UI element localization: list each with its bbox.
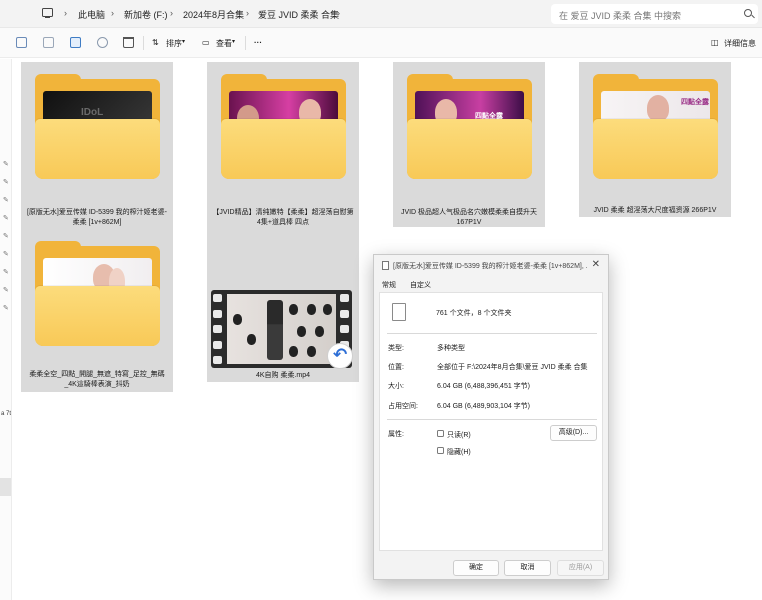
- more-options-button[interactable]: ···: [254, 38, 262, 47]
- readonly-label[interactable]: 只读(R): [447, 430, 471, 440]
- folder-icon: [35, 241, 160, 346]
- details-button[interactable]: 详细信息: [724, 38, 756, 49]
- folder-tile[interactable]: 四點全露 JVID 柔柔 超淫荡大尺度福资源 266P1V: [579, 62, 731, 217]
- sort-icon[interactable]: ⇅: [152, 38, 159, 47]
- properties-dialog: [原版无水]爱豆传媒 ID-5399 我的榨汁姬老婆-柔柔 [1v+862M],…: [373, 254, 609, 580]
- folder-icon: [221, 74, 346, 179]
- folder-name[interactable]: [原版无水]爱豆传媒 ID-5399 我的榨汁姬老婆-柔柔 [1v+862M]: [25, 208, 169, 228]
- pin-icon[interactable]: ✎: [3, 196, 9, 204]
- size-on-disk-value: 6.04 GB (6,489,903,104 字节): [437, 403, 530, 410]
- share-icon[interactable]: [97, 37, 108, 48]
- file-count-summary: 761 个文件，8 个文件夹: [436, 310, 512, 317]
- pin-icon[interactable]: ✎: [3, 268, 9, 276]
- folder-tile[interactable]: 四點全露 JVID 极品超人气极品名穴嫩模柔柔自摸升天 167P1V: [393, 62, 545, 227]
- hidden-checkbox[interactable]: [437, 447, 444, 454]
- command-bar: ⇅ 排序 ▾ ▭ 查看 ▾ ··· ◫ 详细信息: [0, 28, 762, 58]
- toolbar-divider: [143, 36, 144, 50]
- pin-icon[interactable]: ✎: [3, 250, 9, 258]
- file-name[interactable]: 4K自购 柔柔.mp4: [211, 371, 355, 381]
- folder-tile[interactable]: 柔柔全空_四點_開腿_無遮_特寫_足控_無碼_4K這騎棒表演_抖奶: [21, 227, 173, 392]
- size-on-disk-label: 占用空间:: [388, 403, 418, 410]
- pin-icon[interactable]: ✎: [3, 160, 9, 168]
- dialog-tabs: 常规 自定义: [374, 277, 608, 293]
- size-value: 6.04 GB (6,488,396,451 字节): [437, 383, 530, 390]
- pin-icon[interactable]: ✎: [3, 286, 9, 294]
- folder-icon: IDoL: [35, 74, 160, 179]
- thumbnail-caption: 四點全露: [681, 99, 709, 106]
- pin-icon[interactable]: ✎: [3, 304, 9, 312]
- attributes-label: 属性:: [388, 431, 404, 438]
- explorer-window: › 此电脑 › 新加卷 (F:) › 2024年8月合集 › 爱豆 JVID 柔…: [0, 0, 762, 600]
- readonly-checkbox[interactable]: [437, 430, 444, 437]
- folder-tile[interactable]: 【JVID精品】清纯嫩特【柔柔】超淫荡自慰第4集+道具棒 四点: [207, 62, 359, 227]
- type-value: 多种类型: [437, 345, 465, 352]
- type-label: 类型:: [388, 345, 404, 352]
- ok-button[interactable]: 确定: [453, 560, 499, 576]
- details-pane-icon[interactable]: ◫: [711, 38, 719, 47]
- toolbar-divider: [245, 36, 246, 50]
- breadcrumb-this-pc[interactable]: 此电脑: [78, 0, 105, 28]
- pin-icon[interactable]: ✎: [3, 232, 9, 240]
- size-label: 大小:: [388, 383, 404, 390]
- location-label: 位置:: [388, 364, 404, 371]
- search-input[interactable]: 在 爱豆 JVID 柔柔 合集 中搜索: [559, 9, 681, 22]
- general-panel: 761 个文件，8 个文件夹 类型: 多种类型 位置: 全部位于 F:\2024…: [379, 292, 603, 551]
- search-icon[interactable]: [744, 9, 752, 17]
- hidden-label[interactable]: 隐藏(H): [447, 447, 471, 457]
- chevron-down-icon[interactable]: ▾: [232, 38, 235, 45]
- view-button[interactable]: 查看: [216, 38, 232, 49]
- navigation-pane: ✎ ✎ ✎ ✎ ✎ ✎ ✎ ✎ ✎ a 7t: [0, 59, 12, 600]
- chevron-right-icon[interactable]: ›: [246, 8, 249, 18]
- sort-button[interactable]: 排序: [166, 38, 182, 49]
- folder-icon: 四點全露: [407, 74, 532, 179]
- apply-button[interactable]: 应用(A): [557, 560, 604, 576]
- dialog-title: [原版无水]爱豆传媒 ID-5399 我的榨汁姬老婆-柔柔 [1v+862M],…: [393, 263, 587, 270]
- breadcrumb-drive[interactable]: 新加卷 (F:): [124, 0, 168, 28]
- video-file-tile[interactable]: 4K自购 柔柔.mp4: [207, 227, 359, 382]
- cancel-button[interactable]: 取消: [504, 560, 551, 576]
- folder-tile[interactable]: IDoL [原版无水]爱豆传媒 ID-5399 我的榨汁姬老婆-柔柔 [1v+8…: [21, 62, 173, 227]
- folder-name[interactable]: JVID 柔柔 超淫荡大尺度福资源 266P1V: [583, 206, 727, 216]
- breadcrumb-current-folder[interactable]: 爱豆 JVID 柔柔 合集: [258, 0, 339, 28]
- breadcrumb-collection[interactable]: 2024年8月合集: [183, 0, 244, 28]
- divider: [387, 333, 597, 334]
- search-box[interactable]: 在 爱豆 JVID 柔柔 合集 中搜索: [551, 4, 758, 24]
- tab-custom[interactable]: 自定义: [410, 280, 431, 290]
- advanced-button[interactable]: 高级(D)...: [550, 425, 597, 441]
- folder-name[interactable]: 【JVID精品】清纯嫩特【柔柔】超淫荡自慰第4集+道具棒 四点: [211, 208, 355, 228]
- chevron-right-icon[interactable]: ›: [111, 8, 114, 18]
- tab-general[interactable]: 常规: [381, 280, 397, 293]
- copy-icon[interactable]: [43, 37, 54, 48]
- shortcut-arrow-icon: [327, 343, 353, 369]
- view-icon[interactable]: ▭: [202, 38, 210, 47]
- chevron-right-icon[interactable]: ›: [337, 8, 340, 18]
- nav-item-label[interactable]: a 7t: [1, 411, 11, 417]
- location-value: 全部位于 F:\2024年8月合集\爱豆 JVID 柔柔 合集: [437, 364, 588, 371]
- address-bar: › 此电脑 › 新加卷 (F:) › 2024年8月合集 › 爱豆 JVID 柔…: [0, 0, 762, 28]
- document-icon: [382, 261, 389, 270]
- chevron-right-icon[interactable]: ›: [64, 8, 67, 18]
- chevron-right-icon[interactable]: ›: [170, 8, 173, 18]
- dialog-titlebar[interactable]: [原版无水]爱豆传媒 ID-5399 我的榨汁姬老婆-柔柔 [1v+862M],…: [378, 255, 606, 275]
- paste-icon[interactable]: [70, 37, 81, 48]
- computer-icon[interactable]: [42, 8, 53, 19]
- folder-icon: 四點全露: [593, 74, 718, 179]
- thumbnail-logo-text: IDoL: [81, 107, 104, 118]
- delete-icon[interactable]: [123, 37, 134, 48]
- folder-name[interactable]: 柔柔全空_四點_開腿_無遮_特寫_足控_無碼_4K這騎棒表演_抖奶: [25, 370, 169, 390]
- multiple-files-icon: [389, 301, 406, 321]
- chevron-down-icon[interactable]: ▾: [182, 38, 185, 45]
- divider: [387, 419, 597, 420]
- cut-icon[interactable]: [16, 37, 27, 48]
- nav-item-selected[interactable]: [0, 478, 11, 496]
- close-icon[interactable]: ✕: [592, 259, 600, 270]
- folder-name[interactable]: JVID 极品超人气极品名穴嫩模柔柔自摸升天 167P1V: [397, 208, 541, 228]
- pin-icon[interactable]: ✎: [3, 178, 9, 186]
- pin-icon[interactable]: ✎: [3, 214, 9, 222]
